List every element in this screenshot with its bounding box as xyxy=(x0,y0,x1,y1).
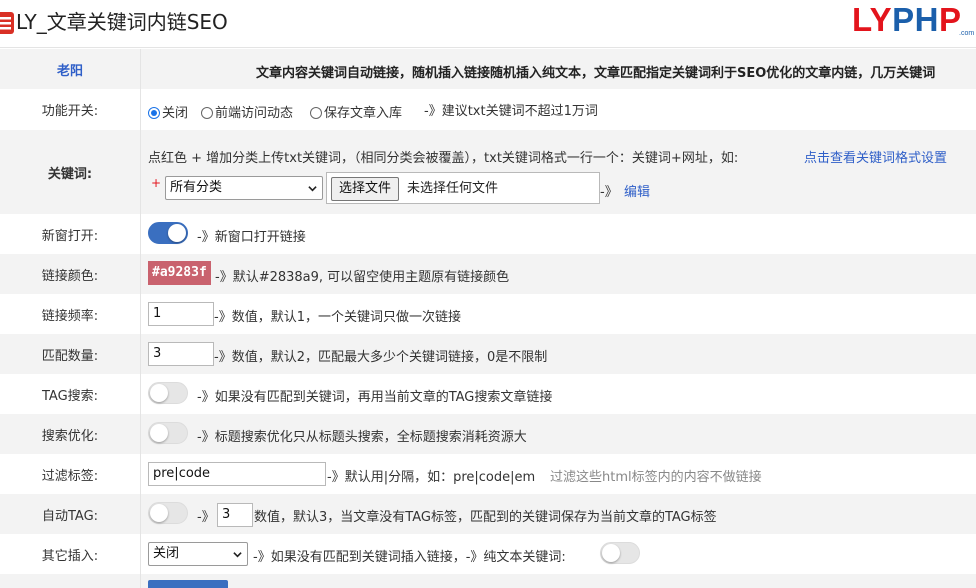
match-count-label: 匹配数量: xyxy=(0,334,141,374)
tag-search-row: TAG搜索: -》如果没有匹配到关键词，再用当前文章的TAG搜索文章链接 xyxy=(0,374,976,414)
filter-tags-label: 过滤标签: xyxy=(0,454,141,494)
match-count-hint: -》数值，默认2，匹配最大多少个关键词链接，0是不限制 xyxy=(214,350,548,365)
new-window-row: 新窗打开: -》新窗口打开链接 xyxy=(0,214,976,254)
link-frequency-label: 链接频率: xyxy=(0,294,141,334)
other-insert-select[interactable]: 关闭 xyxy=(148,542,248,566)
tag-search-toggle[interactable] xyxy=(148,382,188,404)
keywords-row: 关键词: 点红色 + 增加分类上传txt关键词，（相同分类会被覆盖），txt关键… xyxy=(0,130,976,214)
new-window-hint: -》新窗口打开链接 xyxy=(197,230,306,245)
save-button[interactable] xyxy=(148,580,228,588)
category-select[interactable]: 所有分类 xyxy=(165,176,323,200)
top-bar: LY_文章关键词内链SEO LYPHP .com xyxy=(0,0,976,48)
intro-row: 老阳 文章内容关键词自动链接，随机插入链接随机插入纯文本，文章匹配指定关键词利于… xyxy=(0,49,976,89)
intro-description: 文章内容关键词自动链接，随机插入链接随机插入纯文本，文章匹配指定关键词利于SEO… xyxy=(256,66,936,81)
choose-file-button[interactable]: 选择文件 xyxy=(331,177,400,201)
chevron-down-icon xyxy=(233,552,242,558)
radio-frontend-dot xyxy=(201,107,213,119)
link-frequency-hint: -》数值，默认1，一个关键词只做一次链接 xyxy=(214,310,461,325)
link-color-row: 链接颜色: #a9283f -》默认#2838a9, 可以留空使用主题原有链接颜… xyxy=(0,254,976,294)
other-insert-label: 其它插入: xyxy=(0,534,141,574)
search-opt-label: 搜索优化: xyxy=(0,414,141,454)
keywords-description: 点红色 + 增加分类上传txt关键词，（相同分类会被覆盖），txt关键词格式一行… xyxy=(148,151,739,166)
other-insert-row: 其它插入: 关闭 -》如果没有匹配到关键词插入链接，-》纯文本关键词: xyxy=(0,534,976,574)
filter-tags-hint: -》默认用|分隔，如：pre|code|em xyxy=(327,470,536,485)
link-color-input[interactable]: #a9283f xyxy=(148,261,211,285)
search-opt-hint: -》标题搜索优化只从标题头搜索，全标题搜索消耗资源大 xyxy=(197,430,527,445)
app-menu-icon[interactable] xyxy=(0,10,16,36)
new-window-toggle[interactable] xyxy=(148,222,188,244)
radio-off-dot xyxy=(148,107,160,119)
logo-text-ly: LY xyxy=(852,1,893,38)
radio-save-to-db[interactable]: 保存文章入库 xyxy=(310,102,402,121)
radio-frontend-dynamic[interactable]: 前端访问动态 xyxy=(201,102,293,121)
auto-tag-toggle[interactable] xyxy=(148,502,188,524)
keyword-format-link[interactable]: 点击查看关键词格式设置 xyxy=(804,147,947,166)
plain-text-keyword-toggle[interactable] xyxy=(600,542,640,564)
function-switch-label: 功能开关: xyxy=(0,89,141,130)
filter-tags-input[interactable]: pre|code xyxy=(148,462,326,486)
filter-tags-row: 过滤标签: pre|code -》默认用|分隔，如：pre|code|em 过滤… xyxy=(0,454,976,494)
author-label: 老阳 xyxy=(0,49,141,89)
match-count-row: 匹配数量: 3 -》数值，默认2，匹配最大多少个关键词链接，0是不限制 xyxy=(0,334,976,374)
auto-tag-label: 自动TAG: xyxy=(0,494,141,534)
function-switch-hint: -》建议txt关键词不超过1万词 xyxy=(424,104,598,119)
logo-com: .com xyxy=(959,30,975,37)
link-color-label: 链接颜色: xyxy=(0,254,141,294)
link-frequency-row: 链接频率: 1 -》数值，默认1，一个关键词只做一次链接 xyxy=(0,294,976,334)
chevron-down-icon xyxy=(308,186,317,192)
function-switch-row: 功能开关: 关闭 前端访问动态 保存文章入库 -》建议txt关键词不超过1万词 xyxy=(0,89,976,130)
keywords-arrow: -》 xyxy=(600,185,618,200)
edit-keywords-link[interactable]: 编辑 xyxy=(624,181,650,200)
new-window-label: 新窗打开: xyxy=(0,214,141,254)
filter-tags-note: 过滤这些html标签内的内容不做链接 xyxy=(550,470,762,485)
link-frequency-input[interactable]: 1 xyxy=(148,302,214,326)
lyphp-logo[interactable]: LYPHP .com xyxy=(848,0,976,44)
submit-row xyxy=(0,574,976,588)
other-insert-hint: -》如果没有匹配到关键词插入链接，-》纯文本关键词: xyxy=(253,550,566,565)
search-opt-toggle[interactable] xyxy=(148,422,188,444)
no-file-text: 未选择任何文件 xyxy=(407,181,499,196)
file-upload-box: 选择文件 未选择任何文件 xyxy=(326,172,600,204)
search-opt-row: 搜索优化: -》标题搜索优化只从标题头搜索，全标题搜索消耗资源大 xyxy=(0,414,976,454)
radio-off[interactable]: 关闭 xyxy=(148,102,188,121)
add-category-plus[interactable]: + xyxy=(151,176,161,190)
tag-search-label: TAG搜索: xyxy=(0,374,141,414)
match-count-input[interactable]: 3 xyxy=(148,342,214,366)
auto-tag-hint: 数值，默认3，当文章没有TAG标签，匹配到的关键词保存为当前文章的TAG标签 xyxy=(254,510,717,525)
tag-search-hint: -》如果没有匹配到关键词，再用当前文章的TAG搜索文章链接 xyxy=(197,390,553,405)
auto-tag-row: 自动TAG: -》 3 数值，默认3，当文章没有TAG标签，匹配到的关键词保存为… xyxy=(0,494,976,534)
page-title: LY_文章关键词内链SEO xyxy=(16,10,228,34)
logo-text-ph: PH xyxy=(892,1,939,38)
radio-save-dot xyxy=(310,107,322,119)
auto-tag-arrow: -》 xyxy=(197,510,215,525)
link-color-hint: -》默认#2838a9, 可以留空使用主题原有链接颜色 xyxy=(215,270,510,285)
auto-tag-input[interactable]: 3 xyxy=(217,503,253,527)
keywords-label: 关键词: xyxy=(0,130,141,214)
